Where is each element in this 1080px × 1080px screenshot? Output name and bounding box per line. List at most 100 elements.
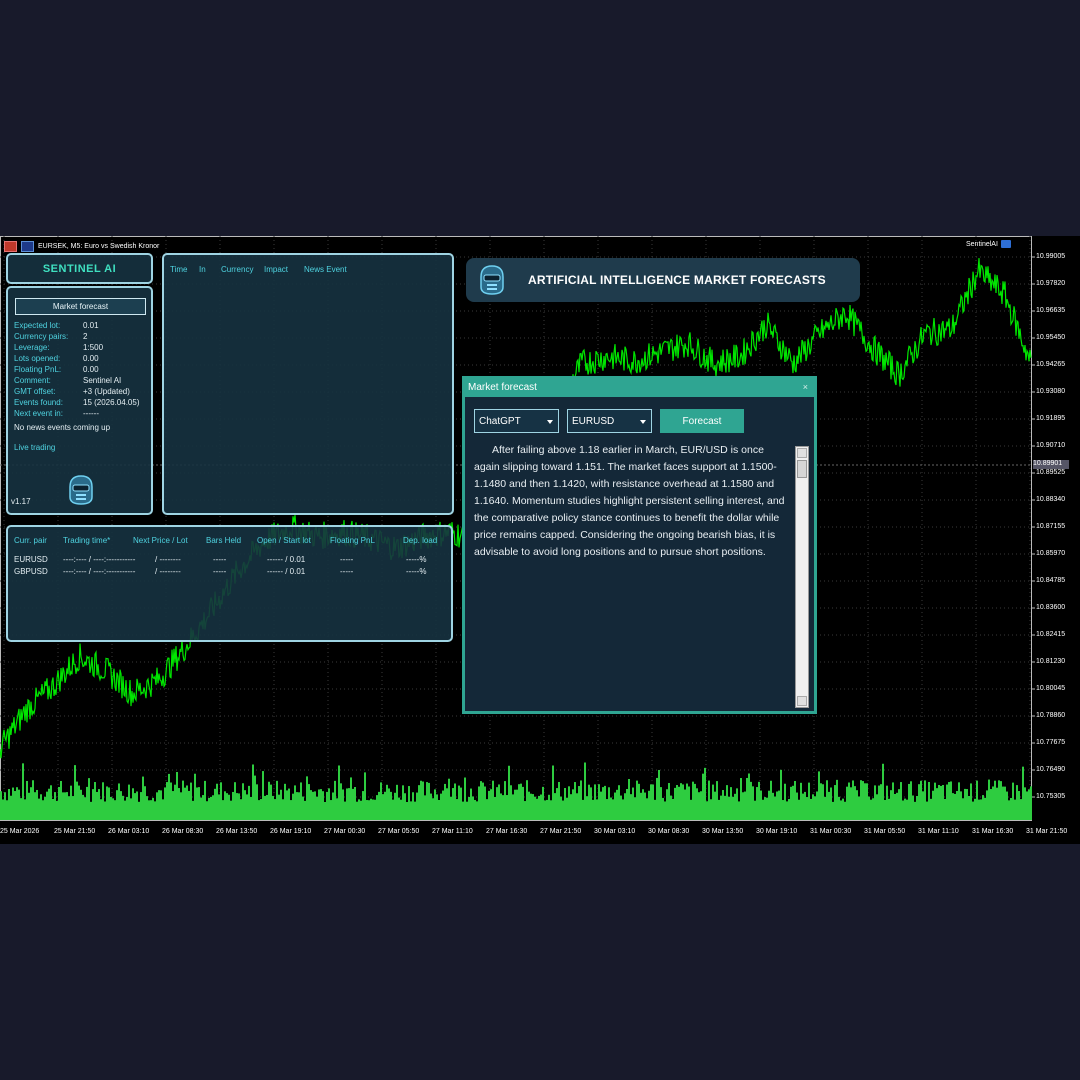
- volume-bar: [108, 787, 110, 820]
- volume-bar: [136, 791, 138, 820]
- volume-bar: [452, 788, 454, 820]
- volume-bar: [676, 785, 678, 820]
- trade-panel: Curr. pair Trading time* Next Price / Lo…: [6, 525, 453, 642]
- volume-bar: [178, 788, 180, 820]
- volume-bar: [648, 790, 650, 820]
- volume-bar: [540, 794, 542, 820]
- volume-bar: [586, 796, 588, 820]
- trade-col-pnl: Floating PnL: [330, 536, 375, 545]
- chevron-down-icon: [640, 420, 646, 424]
- chart-menu-icon[interactable]: [4, 240, 17, 252]
- volume-bar: [572, 789, 574, 820]
- volume-bar: [470, 788, 472, 820]
- volume-bar: [846, 786, 848, 820]
- volume-bar: [712, 784, 714, 820]
- volume-bar: [294, 785, 296, 820]
- volume-bar: [416, 792, 418, 820]
- forecast-scrollbar[interactable]: [795, 446, 809, 708]
- volume-bar: [528, 791, 530, 820]
- dialog-title-bar[interactable]: Market forecast ×: [465, 379, 814, 397]
- volume-bar: [524, 801, 526, 820]
- close-icon[interactable]: ×: [803, 382, 808, 392]
- volume-bar: [414, 801, 416, 820]
- volume-bar: [286, 790, 288, 820]
- forecast-button[interactable]: Forecast: [660, 409, 744, 433]
- volume-bar: [494, 796, 496, 820]
- trade-col-pair: Curr. pair: [14, 536, 47, 545]
- volume-bar: [260, 799, 262, 820]
- volume-bar: [576, 793, 578, 820]
- volume-bar: [82, 794, 84, 820]
- volume-bar: [446, 788, 448, 820]
- trade-col-time: Trading time*: [63, 536, 111, 545]
- volume-bar: [372, 799, 374, 820]
- table-cell: ------ / 0.01: [267, 555, 306, 564]
- volume-bar: [262, 771, 264, 820]
- volume-bar: [334, 780, 336, 820]
- volume-bar: [954, 793, 956, 820]
- current-price-label: 10.89901: [1033, 460, 1069, 469]
- volume-bar: [762, 799, 764, 820]
- volume-bar: [548, 794, 550, 820]
- info-label: Next event in:: [14, 409, 63, 418]
- volume-bar: [482, 782, 484, 820]
- model-select[interactable]: ChatGPT: [474, 409, 559, 433]
- volume-bar: [92, 789, 94, 820]
- pair-select[interactable]: EURUSD: [567, 409, 652, 433]
- volume-bar: [566, 797, 568, 820]
- volume-bar: [386, 784, 388, 820]
- price-tick: 10.76490: [1036, 766, 1066, 773]
- volume-bar: [120, 791, 122, 820]
- volume-bar: [336, 798, 338, 820]
- volume-bar: [384, 791, 386, 820]
- volume-bar: [542, 786, 544, 820]
- volume-bar: [194, 773, 196, 820]
- info-label: Lots opened:: [14, 354, 61, 363]
- volume-bar: [908, 783, 910, 820]
- volume-bar: [290, 800, 292, 820]
- volume-bar: [134, 793, 136, 820]
- volume-bar: [246, 794, 248, 820]
- volume-bar: [600, 791, 602, 820]
- volume-bar: [926, 801, 928, 820]
- volume-bar: [338, 765, 340, 820]
- volume-bar: [584, 762, 586, 820]
- volume-bar: [410, 801, 412, 820]
- scroll-up-icon[interactable]: [797, 448, 807, 458]
- scroll-down-icon[interactable]: [797, 696, 807, 706]
- price-tick: 10.93080: [1036, 388, 1066, 395]
- market-forecast-button[interactable]: Market forecast: [15, 298, 146, 315]
- volume-bar: [284, 783, 286, 820]
- volume-bar: [348, 788, 350, 820]
- volume-bar: [392, 799, 394, 820]
- volume-bar: [132, 788, 134, 820]
- volume-bar: [250, 796, 252, 820]
- trade-col-load: Dep. load: [403, 536, 438, 545]
- volume-bar: [778, 790, 780, 820]
- scroll-thumb[interactable]: [797, 460, 807, 478]
- info-value: 2: [83, 332, 88, 341]
- volume-bar: [100, 799, 102, 820]
- volume-bar: [244, 790, 246, 820]
- volume-bar: [782, 800, 784, 820]
- volume-bar: [66, 792, 68, 820]
- volume-bar: [498, 784, 500, 820]
- volume-bar: [1024, 787, 1026, 820]
- volume-bar: [440, 793, 442, 820]
- volume-bar: [488, 790, 490, 820]
- volume-bar: [592, 799, 594, 820]
- info-label: Floating PnL:: [14, 365, 62, 374]
- volume-bar: [884, 799, 886, 820]
- volume-bar: [300, 782, 302, 820]
- expert-icon[interactable]: [21, 240, 34, 252]
- info-row: GMT offset: +3 (Updated): [14, 386, 140, 397]
- volume-bar: [324, 801, 326, 820]
- volume-bar: [984, 797, 986, 820]
- volume-bar: [492, 780, 494, 820]
- volume-bar: [368, 800, 370, 820]
- volume-bar: [970, 783, 972, 820]
- date-tick: 26 Mar 13:50: [216, 828, 258, 835]
- volume-bar: [480, 781, 482, 820]
- info-value: 0.01: [83, 321, 99, 330]
- volume-bar: [558, 781, 560, 820]
